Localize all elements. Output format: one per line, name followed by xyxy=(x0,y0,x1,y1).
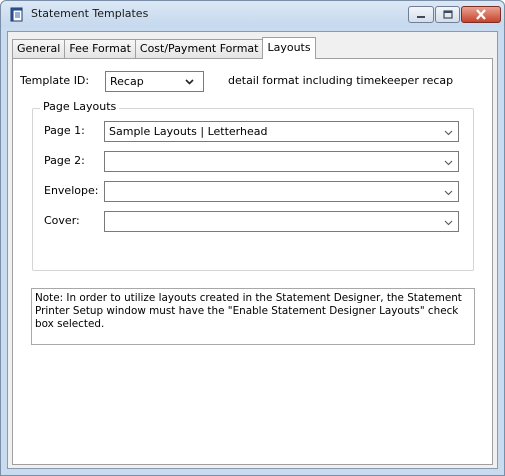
chevron-down-icon xyxy=(444,190,453,196)
close-button[interactable] xyxy=(461,6,501,23)
page-1-label: Page 1: xyxy=(44,124,85,137)
close-icon xyxy=(476,9,486,20)
minimize-button[interactable] xyxy=(408,6,434,23)
envelope-label: Envelope: xyxy=(44,184,99,197)
page-1-select[interactable]: Sample Layouts | Letterhead xyxy=(104,121,459,142)
maximize-icon xyxy=(442,10,453,19)
template-description: detail format including timekeeper recap xyxy=(228,74,454,87)
template-id-value: Recap xyxy=(110,75,144,88)
page-2-select[interactable] xyxy=(104,151,459,172)
window-title: Statement Templates xyxy=(31,7,149,20)
page-1-value: Sample Layouts | Letterhead xyxy=(109,125,268,138)
page-layouts-title: Page Layouts xyxy=(40,100,120,113)
layouts-tab-panel: Template ID: Recap detail format includi… xyxy=(12,58,493,465)
layouts-note: Note: In order to utilize layouts create… xyxy=(31,288,475,345)
chevron-down-icon xyxy=(444,220,453,226)
template-id-label: Template ID: xyxy=(20,74,90,87)
tab-fee-format[interactable]: Fee Format xyxy=(64,39,136,59)
tab-layouts[interactable]: Layouts xyxy=(262,37,316,59)
template-id-dropdown-button[interactable] xyxy=(176,71,204,92)
window-content: General Fee Format Cost/Payment Format L… xyxy=(7,31,498,469)
maximize-button[interactable] xyxy=(435,6,460,23)
envelope-select[interactable] xyxy=(104,181,459,202)
minimize-icon xyxy=(417,15,425,18)
cover-label: Cover: xyxy=(44,214,80,227)
tab-strip: General Fee Format Cost/Payment Format L… xyxy=(12,37,316,59)
cover-select[interactable] xyxy=(104,211,459,232)
template-id-field[interactable]: Recap xyxy=(105,71,177,92)
chevron-down-icon xyxy=(444,130,453,136)
tab-general[interactable]: General xyxy=(12,39,66,59)
page-2-label: Page 2: xyxy=(44,154,85,167)
chevron-down-icon xyxy=(185,79,194,85)
statement-templates-window: Statement Templates General Fee Format C… xyxy=(0,0,505,476)
chevron-down-icon xyxy=(444,160,453,166)
statement-app-icon xyxy=(10,7,23,22)
tab-cost-payment-format[interactable]: Cost/Payment Format xyxy=(134,39,264,59)
title-bar[interactable]: Statement Templates xyxy=(1,1,504,27)
